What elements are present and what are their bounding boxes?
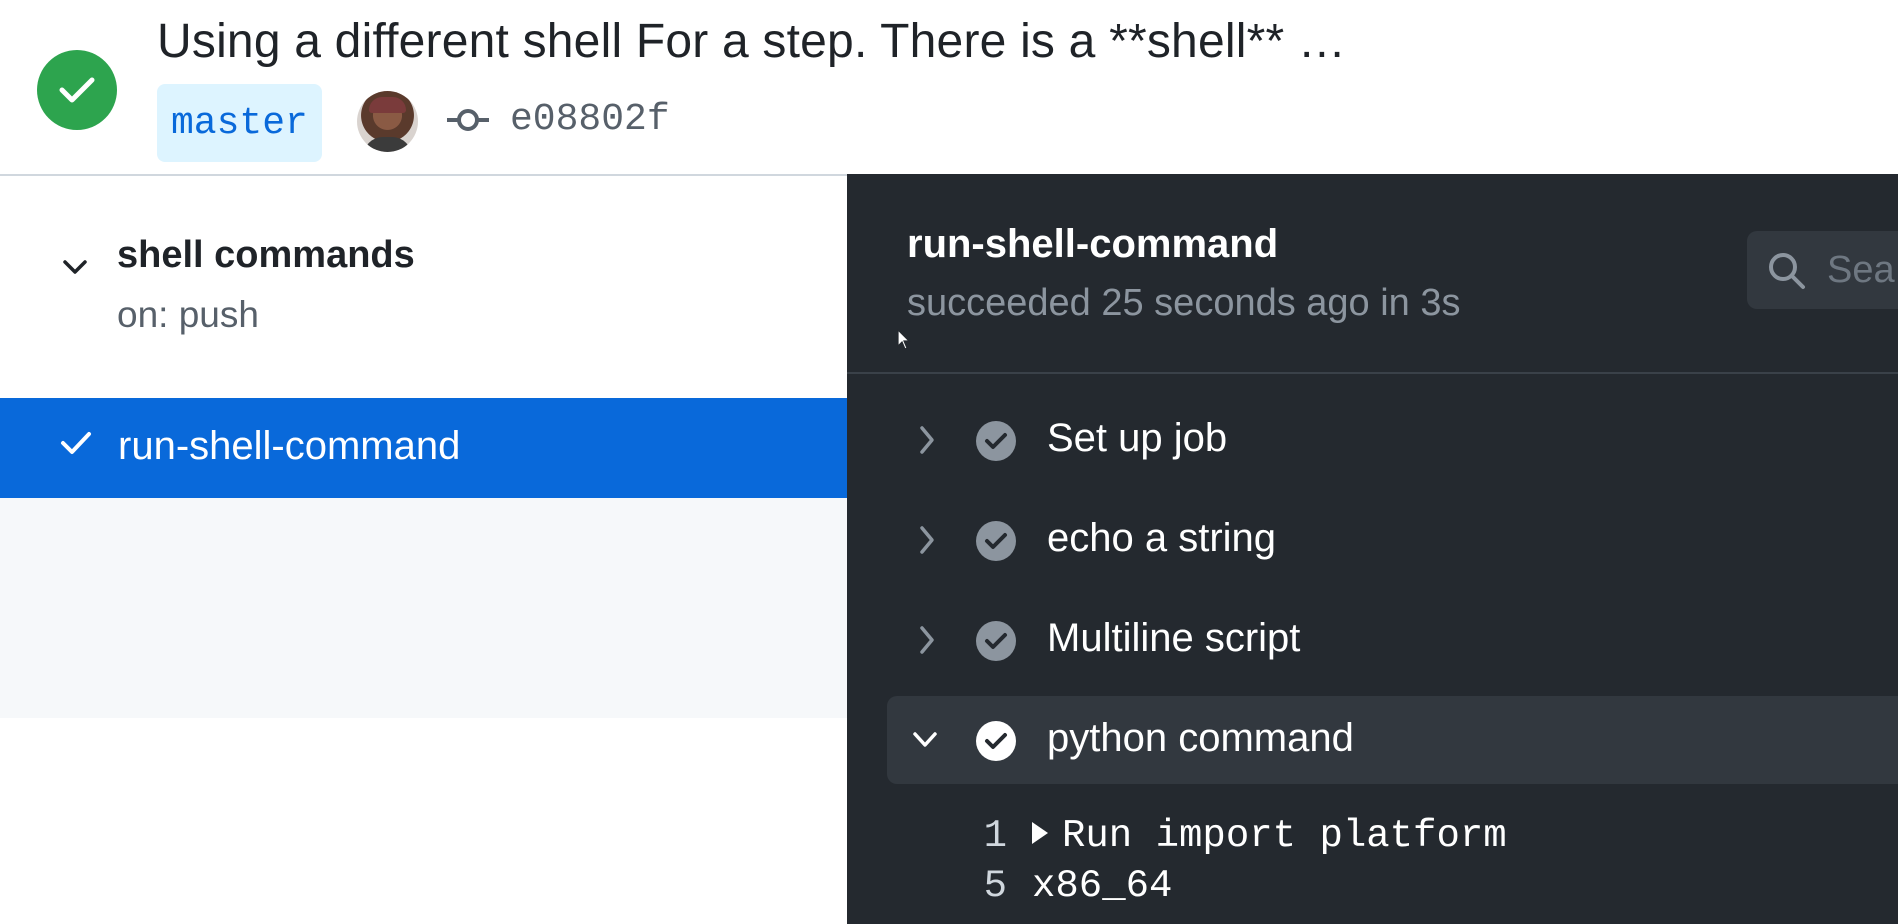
mouse-cursor-icon xyxy=(897,329,911,350)
sidebar-item-label: run-shell-command xyxy=(118,424,461,468)
workflow-group[interactable]: shell commands on: push xyxy=(0,176,847,398)
chevron-right-icon xyxy=(920,426,934,454)
sidebar-empty-area xyxy=(0,498,847,718)
run-title: Using a different shell For a step. Ther… xyxy=(157,15,1347,68)
line-number[interactable]: 5 xyxy=(947,864,1007,908)
search-icon xyxy=(1769,253,1805,289)
check-circle-icon xyxy=(976,721,1016,761)
job-status-text: succeeded 25 seconds ago in 3s xyxy=(907,282,1461,324)
check-circle-icon xyxy=(976,621,1016,661)
step-python-command[interactable]: python command xyxy=(887,696,1898,784)
workflow-sidebar: shell commands on: push run-shell-comman… xyxy=(0,176,847,924)
line-number[interactable]: 1 xyxy=(947,814,1007,858)
avatar[interactable] xyxy=(357,91,418,152)
search-placeholder: Sea xyxy=(1827,249,1895,291)
step-set-up-job[interactable]: Set up job xyxy=(887,396,1898,484)
check-circle-icon xyxy=(976,521,1016,561)
step-multiline-script[interactable]: Multiline script xyxy=(887,596,1898,684)
log-text: Run import platform xyxy=(1062,814,1507,858)
chevron-right-icon xyxy=(920,526,934,554)
workflow-trigger: on: push xyxy=(117,294,259,335)
job-title: run-shell-command xyxy=(907,222,1279,266)
workflow-name: shell commands xyxy=(117,234,415,276)
run-header: Using a different shell For a step. Ther… xyxy=(0,0,1898,176)
chevron-right-icon xyxy=(920,626,934,654)
step-echo-a-string[interactable]: echo a string xyxy=(887,496,1898,584)
git-commit-icon xyxy=(447,109,489,131)
divider xyxy=(847,372,1898,374)
step-label: Set up job xyxy=(1047,416,1228,460)
check-circle-icon xyxy=(976,421,1016,461)
sidebar-item-run-shell-command[interactable]: run-shell-command xyxy=(0,398,847,498)
chevron-down-icon[interactable] xyxy=(62,258,88,276)
search-logs-input[interactable]: Sea xyxy=(1747,231,1898,309)
check-icon xyxy=(61,432,91,454)
success-check-icon xyxy=(37,50,117,130)
branch-badge[interactable]: master xyxy=(157,84,322,162)
chevron-down-icon xyxy=(913,732,937,747)
commit-sha-link[interactable]: e08802f xyxy=(510,98,670,141)
expand-triangle-icon[interactable] xyxy=(1032,821,1048,844)
step-label: echo a string xyxy=(1047,516,1277,560)
log-text: x86_64 xyxy=(1032,864,1173,908)
step-label: python command xyxy=(1047,716,1354,760)
step-label: Multiline script xyxy=(1047,616,1301,660)
job-log-panel: run-shell-command succeeded 25 seconds a… xyxy=(847,174,1898,924)
